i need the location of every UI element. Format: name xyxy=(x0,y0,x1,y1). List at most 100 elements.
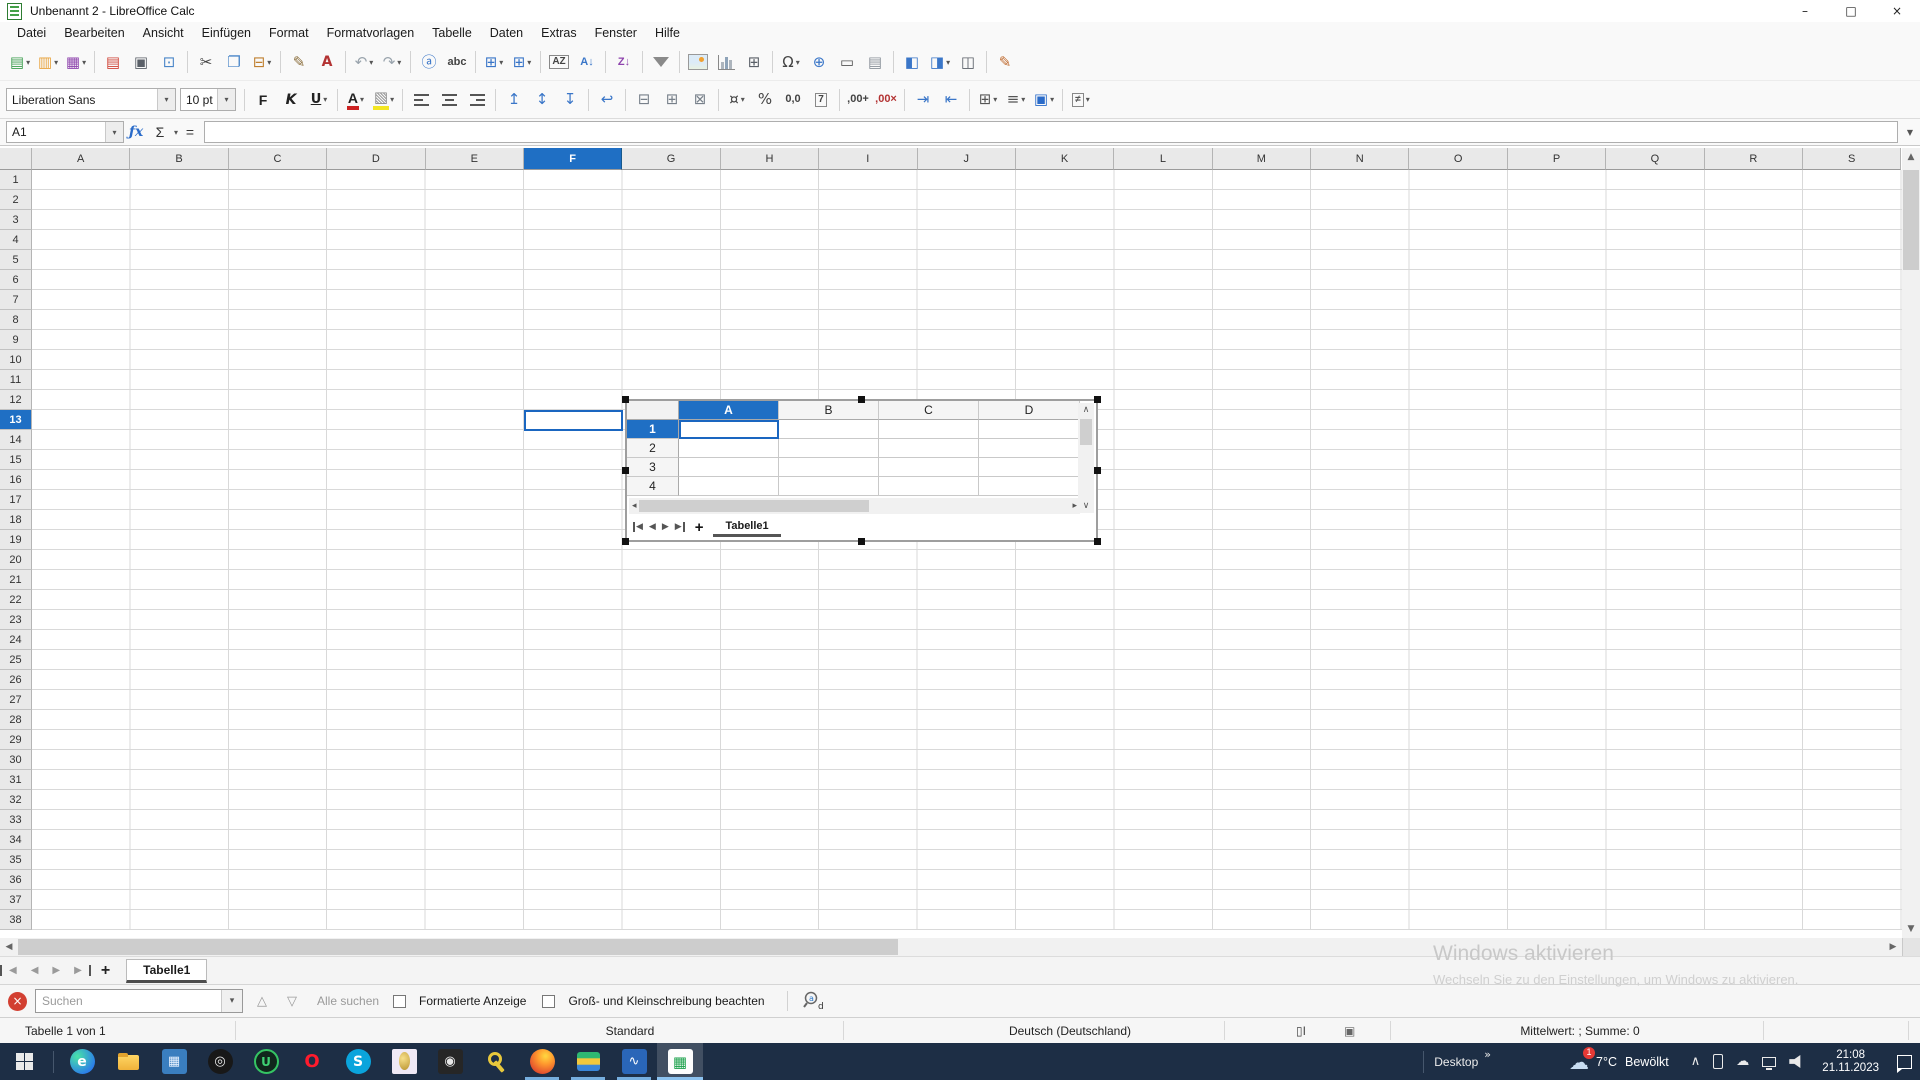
cut-button[interactable]: ✂ xyxy=(193,49,219,75)
ole-cell-D4[interactable] xyxy=(979,477,1080,496)
menu-tabelle[interactable]: Tabelle xyxy=(423,24,481,42)
underline-button[interactable]: U▾ xyxy=(306,87,332,113)
format-as-date-button[interactable]: 7 xyxy=(808,87,834,113)
column-header-O[interactable]: O xyxy=(1409,148,1507,170)
chevron-down-icon[interactable]: ▾ xyxy=(157,89,175,110)
add-decimal-place-button[interactable]: ,00+ xyxy=(845,87,871,113)
row-header-23[interactable]: 23 xyxy=(0,610,32,630)
font-name-combo[interactable]: Liberation Sans▾ xyxy=(6,88,176,111)
dropdown-arrow-icon[interactable]: ▾ xyxy=(499,58,503,67)
ole-cell-C4[interactable] xyxy=(879,477,979,496)
row-header-1[interactable]: 1 xyxy=(0,170,32,190)
scroll-right-icon[interactable]: ▶ xyxy=(1884,938,1902,956)
row-header-12[interactable]: 12 xyxy=(0,390,32,410)
close-button[interactable]: × xyxy=(1874,0,1920,22)
ole-cell-B1[interactable] xyxy=(779,420,879,439)
insert-special-character-button[interactable]: Ω▾ xyxy=(778,49,804,75)
row-header-25[interactable]: 25 xyxy=(0,650,32,670)
row-header-18[interactable]: 18 xyxy=(0,510,32,530)
merge-cells-button[interactable]: ⊞ xyxy=(659,87,685,113)
find-replace-button[interactable]: ⓐ xyxy=(416,49,442,75)
row-header-37[interactable]: 37 xyxy=(0,890,32,910)
onedrive-cloud-icon[interactable]: ☁ xyxy=(1736,1054,1749,1069)
autofilter-button[interactable] xyxy=(648,49,674,75)
taskbar-app-calculator[interactable]: ▦ xyxy=(151,1043,197,1080)
selection-stats[interactable]: Mittelwert: ; Summe: 0 xyxy=(1450,1018,1710,1043)
insert-hyperlink-button[interactable]: ⊕ xyxy=(806,49,832,75)
cell-grid[interactable] xyxy=(32,170,1902,930)
column-header-I[interactable]: I xyxy=(819,148,917,170)
column-header-A[interactable]: A xyxy=(32,148,130,170)
chevron-down-icon[interactable]: ▾ xyxy=(221,990,242,1012)
insert-pivot-table-button[interactable]: ⊞ xyxy=(741,49,767,75)
paste-button[interactable]: ⊟▾ xyxy=(249,49,275,75)
resize-handle[interactable] xyxy=(1094,396,1101,403)
taskbar-app-libreoffice-calc[interactable]: ▦ xyxy=(657,1043,703,1080)
ole-column-header-A[interactable]: A xyxy=(679,401,779,420)
ole-row-header-3[interactable]: 3 xyxy=(627,458,679,477)
row-header-3[interactable]: 3 xyxy=(0,210,32,230)
menu-formatvorlagen[interactable]: Formatvorlagen xyxy=(318,24,424,42)
resize-handle[interactable] xyxy=(1094,538,1101,545)
row-header-16[interactable]: 16 xyxy=(0,470,32,490)
decrease-indent-button[interactable]: ⇤ xyxy=(938,87,964,113)
ole-select-all-corner[interactable] xyxy=(627,401,679,420)
resize-handle[interactable] xyxy=(622,467,629,474)
dropdown-arrow-icon[interactable]: ▾ xyxy=(323,95,327,104)
delete-decimal-place-button[interactable]: ,00× xyxy=(873,87,899,113)
volume-tray-icon[interactable] xyxy=(1789,1055,1806,1068)
ole-row-header-2[interactable]: 2 xyxy=(627,439,679,458)
row-header-33[interactable]: 33 xyxy=(0,810,32,830)
function-wizard-button[interactable]: ƒx xyxy=(124,121,148,143)
ole-vscroll-thumb[interactable] xyxy=(1080,419,1092,445)
row-header-2[interactable]: 2 xyxy=(0,190,32,210)
row-header-21[interactable]: 21 xyxy=(0,570,32,590)
ole-cell-D1[interactable] xyxy=(979,420,1080,439)
row-header-7[interactable]: 7 xyxy=(0,290,32,310)
ole-cell-A2[interactable] xyxy=(679,439,779,458)
scroll-left-icon[interactable]: ◀ xyxy=(0,938,18,956)
open-file-button[interactable]: ▥▾ xyxy=(35,49,61,75)
scroll-right-icon[interactable]: ▸ xyxy=(1072,499,1077,513)
find-and-replace-icon[interactable]: a d xyxy=(802,990,826,1012)
dropdown-arrow-icon[interactable]: ▾ xyxy=(946,58,950,67)
formula-button[interactable]: = xyxy=(178,121,202,143)
menu-fenster[interactable]: Fenster xyxy=(586,24,646,42)
row-header-24[interactable]: 24 xyxy=(0,630,32,650)
ole-sheet-tab[interactable]: Tabelle1 xyxy=(713,518,780,537)
wrap-text-button[interactable]: ↩ xyxy=(594,87,620,113)
maximize-button[interactable]: □ xyxy=(1828,0,1874,22)
scroll-down-icon[interactable]: ▼ xyxy=(1902,920,1920,938)
column-header-H[interactable]: H xyxy=(721,148,819,170)
resize-handle[interactable] xyxy=(858,396,865,403)
redo-button[interactable]: ↷▾ xyxy=(379,49,405,75)
scroll-left-icon[interactable]: ◂ xyxy=(632,499,637,513)
taskbar-app-opera[interactable]: O xyxy=(289,1043,335,1080)
row-header-22[interactable]: 22 xyxy=(0,590,32,610)
menu-bearbeiten[interactable]: Bearbeiten xyxy=(55,24,133,42)
italic-button[interactable]: K xyxy=(278,87,304,113)
device-tray-icon[interactable] xyxy=(1713,1054,1723,1069)
freeze-cells-button[interactable]: ◨▾ xyxy=(927,49,953,75)
dropdown-arrow-icon[interactable]: ▾ xyxy=(390,95,394,104)
insert-chart-button[interactable] xyxy=(713,49,739,75)
dropdown-arrow-icon[interactable]: ▾ xyxy=(993,95,997,104)
taskbar-app-edge[interactable]: e xyxy=(59,1043,105,1080)
row-header-11[interactable]: 11 xyxy=(0,370,32,390)
ole-cell-D3[interactable] xyxy=(979,458,1080,477)
column-header-L[interactable]: L xyxy=(1114,148,1212,170)
ole-horizontal-scrollbar[interactable]: ◂ ▸ xyxy=(629,498,1080,514)
row-header-15[interactable]: 15 xyxy=(0,450,32,470)
border-color-button[interactable]: ▣▾ xyxy=(1031,87,1057,113)
sheet-tab-tabelle1[interactable]: Tabelle1 xyxy=(126,959,207,983)
desktop-overflow-chevron-icon[interactable]: » xyxy=(1484,1048,1491,1061)
format-as-number-button[interactable]: 0,0 xyxy=(780,87,806,113)
row-header-14[interactable]: 14 xyxy=(0,430,32,450)
name-box[interactable]: A1 ▾ xyxy=(6,121,124,143)
desktop-toolbar-label[interactable]: Desktop xyxy=(1434,1055,1478,1069)
bold-button[interactable]: F xyxy=(250,87,276,113)
formatted-display-label[interactable]: Formatierte Anzeige xyxy=(419,994,526,1008)
center-vertically-button[interactable]: ↕ xyxy=(529,87,555,113)
chevron-down-icon[interactable]: ▾ xyxy=(105,122,123,142)
merge-and-center-cells-button[interactable]: ⊟ xyxy=(631,87,657,113)
